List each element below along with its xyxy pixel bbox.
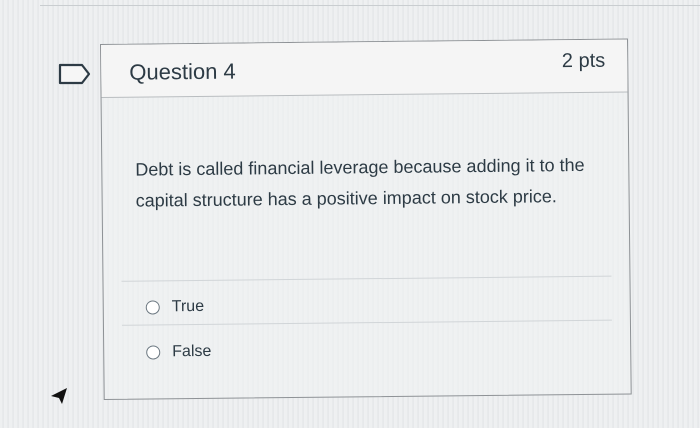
question-header: Question 4 2 pts: [101, 39, 628, 98]
mouse-pointer-icon: [48, 385, 70, 407]
answer-label[interactable]: False: [172, 343, 211, 361]
answer-divider: [121, 275, 612, 282]
answer-option-true[interactable]: True: [145, 298, 204, 317]
radio-button[interactable]: [145, 300, 160, 315]
question-card: Question 4 2 pts Debt is called financia…: [100, 38, 632, 400]
question-text: Debt is called financial leverage becaus…: [135, 154, 585, 211]
flag-question-icon[interactable]: [58, 62, 92, 86]
answer-label[interactable]: True: [172, 298, 204, 316]
answer-option-false[interactable]: False: [146, 343, 211, 362]
radio-button[interactable]: [146, 345, 161, 360]
question-title: Question 4: [129, 58, 236, 85]
question-points: 2 pts: [561, 49, 606, 73]
answer-divider: [121, 319, 612, 326]
top-rule: [40, 0, 700, 6]
